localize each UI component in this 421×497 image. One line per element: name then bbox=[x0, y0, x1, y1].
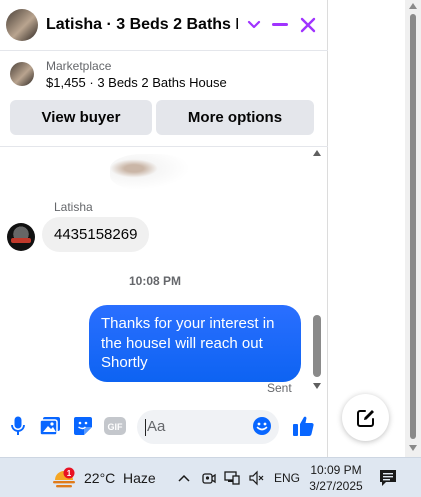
gif-icon[interactable]: GIF bbox=[103, 415, 127, 437]
scroll-thumb[interactable] bbox=[313, 315, 321, 377]
notifications-icon[interactable] bbox=[378, 468, 400, 488]
thumbs-up-icon[interactable] bbox=[292, 415, 316, 437]
message-status: Sent bbox=[267, 381, 292, 395]
incoming-message[interactable]: 4435158269 bbox=[42, 217, 150, 252]
new-message-button[interactable] bbox=[342, 394, 389, 441]
scroll-up-icon[interactable] bbox=[313, 150, 321, 156]
page-scrollbar[interactable] bbox=[405, 0, 421, 457]
chat-window: Latisha · 3 Beds 2 Baths H... Marketplac… bbox=[0, 0, 328, 457]
photo-icon[interactable] bbox=[39, 415, 61, 437]
weather-temperature[interactable]: 22°C bbox=[84, 470, 115, 486]
sender-avatar[interactable] bbox=[7, 223, 35, 251]
clock-date: 3/27/2025 bbox=[309, 479, 363, 493]
message-composer: GIF Aa bbox=[0, 405, 328, 449]
system-clock[interactable]: 10:09 PM 3/27/2025 bbox=[304, 462, 368, 494]
blurred-image-attachment[interactable] bbox=[110, 154, 190, 190]
header-divider bbox=[0, 50, 328, 51]
chevron-down-icon[interactable] bbox=[242, 13, 266, 37]
view-buyer-button[interactable]: View buyer bbox=[10, 100, 152, 135]
clock-time: 10:09 PM bbox=[310, 463, 362, 477]
chevron-up-icon[interactable] bbox=[174, 468, 194, 488]
chat-header: Latisha · 3 Beds 2 Baths H... bbox=[0, 0, 328, 50]
meet-now-icon[interactable] bbox=[198, 468, 218, 488]
text-caret bbox=[145, 419, 146, 436]
listing-divider bbox=[0, 146, 328, 147]
page-scroll-thumb[interactable] bbox=[410, 14, 416, 439]
scroll-down-icon[interactable] bbox=[313, 383, 321, 389]
marketplace-listing[interactable]: Marketplace $1,455 · 3 Beds 2 Baths Hous… bbox=[10, 58, 227, 92]
compose-icon bbox=[356, 409, 374, 427]
sender-name: Latisha bbox=[54, 200, 93, 214]
listing-avatar bbox=[10, 62, 34, 86]
page-scroll-up-icon[interactable] bbox=[409, 3, 417, 9]
outgoing-message[interactable]: Thanks for your interest in the houseI w… bbox=[89, 305, 301, 382]
listing-label: Marketplace bbox=[46, 59, 112, 73]
taskbar: 1 22°C Haze ENG 10:09 PM 3/27/2025 bbox=[0, 457, 421, 497]
network-icon[interactable] bbox=[222, 468, 242, 488]
volume-muted-icon[interactable] bbox=[246, 468, 266, 488]
weather-icon[interactable]: 1 bbox=[52, 467, 76, 489]
language-indicator[interactable]: ENG bbox=[274, 471, 300, 485]
page-scroll-down-icon[interactable] bbox=[409, 445, 417, 451]
weather-badge: 1 bbox=[67, 469, 72, 478]
more-options-button[interactable]: More options bbox=[156, 100, 314, 135]
conversation-scrollbar[interactable] bbox=[311, 147, 323, 392]
svg-text:GIF: GIF bbox=[108, 422, 124, 432]
listing-item: $1,455 · 3 Beds 2 Baths House bbox=[46, 75, 227, 90]
weather-condition[interactable]: Haze bbox=[123, 470, 156, 486]
message-input-placeholder: Aa bbox=[147, 418, 166, 435]
close-icon[interactable] bbox=[296, 13, 320, 37]
chat-title[interactable]: Latisha · 3 Beds 2 Baths H... bbox=[46, 16, 238, 34]
contact-avatar[interactable] bbox=[6, 9, 38, 41]
microphone-icon[interactable] bbox=[7, 415, 29, 437]
minimize-icon[interactable] bbox=[268, 13, 292, 37]
message-timestamp: 10:08 PM bbox=[128, 274, 182, 288]
emoji-icon[interactable] bbox=[251, 415, 273, 437]
sticker-icon[interactable] bbox=[72, 415, 94, 437]
